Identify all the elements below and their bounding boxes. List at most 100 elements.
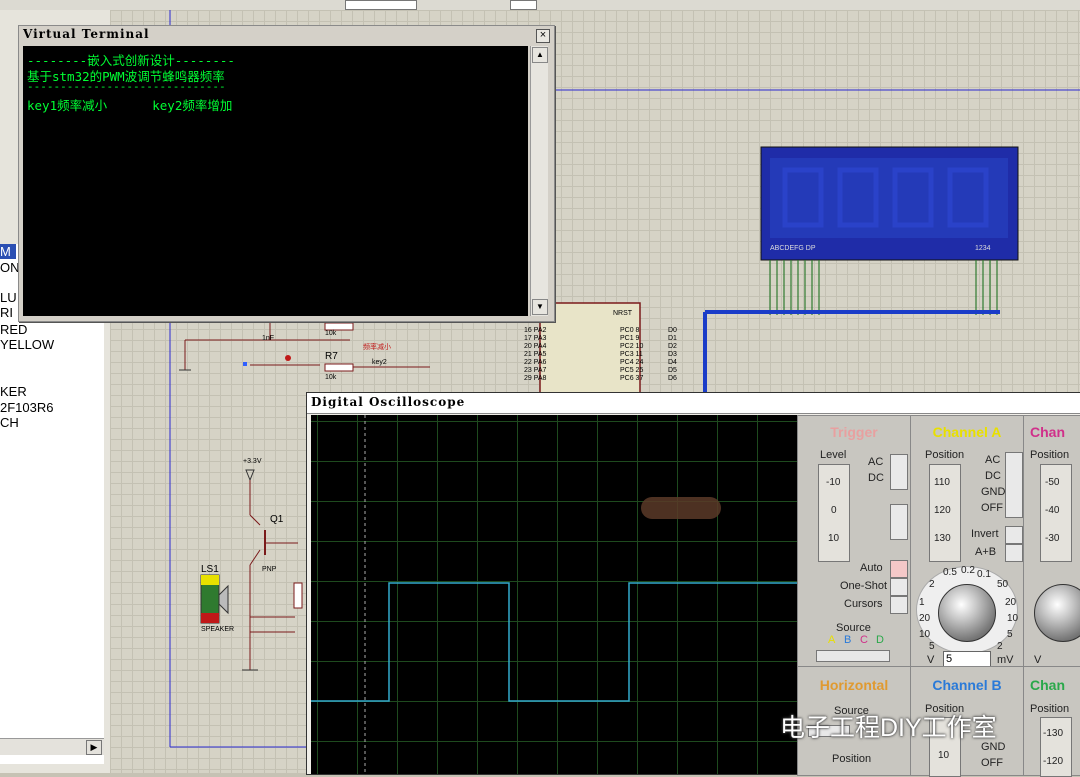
mcu-pin-number: 29 PA8 [524,375,547,382]
mcu-pin-number: 21 PA5 [524,351,547,358]
bus-label: D0 [668,327,677,334]
trigger-panel: Trigger Level -10 0 10 AC DC Auto One-Sh… [797,415,911,667]
close-icon[interactable]: × [536,29,550,43]
one-shot-button[interactable] [890,578,908,596]
channel-a-position-knob[interactable]: 110 120 130 [929,464,961,562]
source-a[interactable]: A [828,634,835,646]
r7-label: R7 [325,351,338,362]
invert-label: Invert [971,528,999,540]
channel-a-heading: Channel A [932,424,1002,440]
bus-label: D6 [668,375,677,382]
tick-label: 2 [929,579,935,590]
bus-label: D4 [668,359,677,366]
tick-label: 0.2 [961,565,975,576]
mcu-pin-number: 20 PA4 [524,343,547,350]
key2-label: key2 [372,359,387,366]
coupling-off: OFF [981,757,1003,769]
coupling-off: OFF [981,502,1003,514]
source-d[interactable]: D [876,634,884,646]
list-item[interactable]: LU [0,290,17,305]
channel-c-panel: Chan Position -50 -40 -30 V [1023,415,1080,667]
list-item[interactable]: CH [0,415,19,430]
tick-label: 0 [831,505,837,516]
source-label: Source [836,622,871,634]
channel-d-heading: Chan [1030,677,1065,693]
freq-dec-label: 频率减小 [363,342,391,351]
tick-label: 0.1 [977,569,991,580]
channel-c-position-knob[interactable]: -50 -40 -30 [1040,464,1072,562]
auto-button[interactable] [890,560,908,578]
tick-label: -130 [1043,728,1064,739]
watermark: 电子工程DIY工作室 [780,714,997,742]
mcu-pin-label: PC0 8 [620,327,640,334]
source-slider[interactable] [816,650,890,662]
tick-label: 110 [934,477,950,488]
horizontal-heading: Horizontal [819,677,889,693]
toolbar-combo[interactable] [345,0,417,10]
mcu-pin-label: PC6 37 [620,375,643,382]
coupling-gnd: GND [981,486,1006,498]
coupling-ac: AC [985,454,1001,466]
volts-value-field[interactable]: 5 [943,651,991,667]
list-item[interactable]: KER [0,384,27,399]
invert-button[interactable] [1005,526,1023,544]
tick-label: 130 [934,533,951,544]
channel-a-trace [311,582,797,702]
tick-label: 10 [919,629,931,640]
window-titlebar: Digital Oscilloscope [307,393,1080,414]
channel-d-position-knob[interactable]: -130 -120 [1040,717,1072,777]
terminal-scrollbar[interactable]: ▲ ▼ [530,46,548,316]
level-knob[interactable]: -10 0 10 [818,464,850,562]
list-item[interactable]: YELLOW [0,337,54,352]
window-title: Digital Oscilloscope [311,395,466,409]
terminal-screen[interactable]: --------嵌入式创新设计-------- 基于stm32的PWM波调节蜂鸣… [23,46,528,316]
tick-label: 20 [919,613,931,624]
channel-d-panel: Chan Position -130 -120 [1023,666,1080,777]
virtual-terminal-window[interactable]: Virtual Terminal × --------嵌入式创新设计------… [18,25,555,322]
tick-label: 10 [828,533,840,544]
dc-label: DC [868,472,884,484]
a-plus-b-button[interactable] [1005,544,1023,562]
pnp-label: PNP [262,566,277,573]
tick-label: 1 [919,597,925,608]
tick-label: 50 [997,579,1009,590]
speaker-label: SPEAKER [201,626,234,633]
mcu-pin-number: 17 PA3 [524,335,547,342]
device-list[interactable]: M ON LU RI RED YELLOW KER 2F103R6 CH [0,244,104,764]
list-item[interactable]: 2F103R6 [0,400,53,415]
source-b[interactable]: B [844,634,851,646]
list-item[interactable]: ON [0,260,20,275]
coupling-toggle[interactable] [890,454,908,490]
cursors-button[interactable] [890,596,908,614]
r7-value: 10k [325,374,337,381]
window-title: Virtual Terminal [23,27,150,41]
scroll-up-arrow-icon[interactable]: ▲ [532,47,548,63]
tick-label: -50 [1045,477,1060,488]
unit-v-label: V [927,654,935,666]
scroll-down-arrow-icon[interactable]: ▼ [532,299,548,315]
tick-label: -40 [1045,505,1060,516]
toolbar-button[interactable] [510,0,537,10]
scroll-right-arrow-icon[interactable]: ▶ [86,740,102,755]
position-label: Position [925,449,965,461]
coupling-selector[interactable] [1005,452,1023,518]
tick-label: 5 [1007,629,1013,640]
mcu-nrst-label: NRST [613,310,633,317]
list-item[interactable]: M [0,244,16,259]
tick-label: -120 [1043,756,1064,767]
list-item[interactable]: RI [0,305,13,320]
coupling-dc: DC [985,470,1001,482]
volts-per-div-knob[interactable] [938,584,996,642]
position-label: Position [1030,703,1070,715]
list-hscrollbar[interactable]: ▶ [0,738,104,755]
channel-c-volts-knob[interactable] [1034,584,1080,642]
tick-label: 120 [934,505,951,516]
ls1-label: LS1 [201,564,219,575]
tick-label: -30 [1045,533,1060,544]
list-item[interactable]: RED [0,322,27,337]
edge-toggle[interactable] [890,504,908,540]
scope-screen[interactable] [311,415,797,774]
source-c[interactable]: C [860,634,868,646]
scope-trace-layer [311,415,797,774]
lcd-segment-label: ABCDEFG DP [770,245,816,252]
